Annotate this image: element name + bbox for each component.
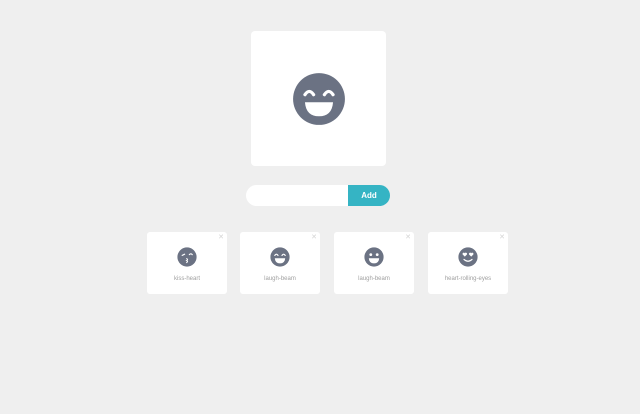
close-icon[interactable]: ✕ xyxy=(311,234,317,241)
close-icon[interactable]: ✕ xyxy=(405,234,411,241)
emoji-card[interactable]: ✕ kiss-heart xyxy=(147,232,227,294)
heart-eyes-icon xyxy=(458,247,478,267)
emoji-card[interactable]: ✕ laugh-beam xyxy=(334,232,414,294)
close-icon[interactable]: ✕ xyxy=(218,234,224,241)
kissing-face-icon xyxy=(177,247,197,267)
emoji-card[interactable]: ✕ laugh-beam xyxy=(240,232,320,294)
emoji-list: ✕ kiss-heart ✕ laugh-beam ✕ laugh-beam ✕… xyxy=(0,0,640,414)
emoji-label: kiss-heart xyxy=(173,276,200,282)
emoji-card[interactable]: ✕ heart-rolling-eyes xyxy=(428,232,508,294)
emoji-label: heart-rolling-eyes xyxy=(444,276,492,282)
laugh-beam-icon xyxy=(270,247,290,267)
emoji-label: laugh-beam xyxy=(264,276,296,282)
close-icon[interactable]: ✕ xyxy=(499,234,505,241)
emoji-label: laugh-beam xyxy=(358,276,390,282)
grin-beam-icon xyxy=(364,247,384,267)
